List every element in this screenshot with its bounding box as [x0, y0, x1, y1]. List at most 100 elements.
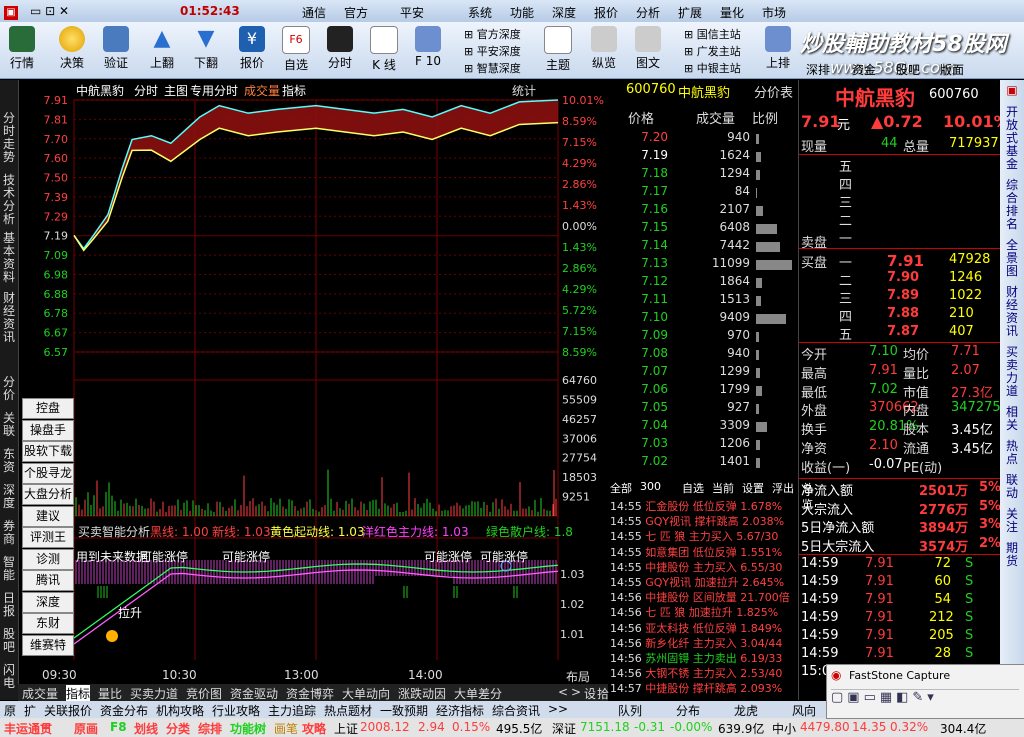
- bottom-tab-13[interactable]: 分布: [676, 702, 700, 719]
- sidebar-quanshang[interactable]: 券商: [2, 520, 16, 546]
- feed-row[interactable]: 14:56 苏州固锝 主力卖出 6.19/33: [610, 650, 796, 665]
- chart-subtab-4[interactable]: 竞价图: [186, 685, 222, 702]
- feed-row[interactable]: 14:56 新乡化纤 主力买入 3.04/44: [610, 635, 796, 650]
- chart-subtab-8[interactable]: 涨跌动因: [398, 685, 446, 702]
- bottom-tab-5[interactable]: 行业攻略: [212, 702, 260, 719]
- bottom-tab-10[interactable]: 综合资讯: [492, 702, 540, 719]
- right-tool-6[interactable]: 相关: [1005, 406, 1019, 432]
- feed-row[interactable]: 14:55 七 匹 狼 主力买入 5.67/30: [610, 528, 796, 543]
- chart-mode-volume[interactable]: 成交量: [244, 82, 280, 99]
- menu-item-quant[interactable]: 量化: [720, 4, 744, 21]
- link-gf-server[interactable]: ⊞ 广发主站: [684, 43, 741, 59]
- toolbar-banmian[interactable]: 版面: [940, 61, 964, 78]
- status-item-3[interactable]: 划线: [134, 720, 158, 737]
- sidebar-guanlian[interactable]: 关联: [2, 412, 16, 438]
- feed-row[interactable]: 14:56 大钢不锈 主力买入 2.53/40: [610, 665, 796, 680]
- status-item-5[interactable]: 综排: [198, 720, 222, 737]
- chart-mode-fenshi[interactable]: 分时: [134, 82, 158, 99]
- link-smart-depth[interactable]: ⊞ 智慧深度: [464, 60, 521, 76]
- toolbar-f10-button[interactable]: F 10: [408, 24, 448, 76]
- status-item-8[interactable]: 攻略: [302, 720, 326, 737]
- chart-subtab-0[interactable]: 成交量: [22, 685, 58, 702]
- chart-subtab-1[interactable]: 指标: [66, 685, 91, 702]
- side-button-5[interactable]: 建议: [22, 505, 74, 527]
- sidebar-dongzi[interactable]: 东资: [2, 448, 16, 474]
- toolbar-zonglan-button[interactable]: 纵览: [584, 24, 624, 76]
- menu-item-pingan[interactable]: 平安: [400, 4, 424, 21]
- sidebar-caijing[interactable]: 财经资讯: [2, 292, 16, 344]
- toolbar-baojia-button[interactable]: ¥ 报价: [232, 24, 272, 76]
- menu-item-extend[interactable]: 扩展: [678, 4, 702, 21]
- feed-row[interactable]: 14:55 汇金股份 低位反弹 1.678%: [610, 498, 796, 513]
- status-item-6[interactable]: 功能树: [230, 720, 266, 737]
- right-tool-8[interactable]: 联动: [1005, 474, 1019, 500]
- sidebar-jishu[interactable]: 技术分析: [2, 174, 16, 226]
- toolbar-zhuti-button[interactable]: 主题: [538, 24, 578, 76]
- status-item-2[interactable]: F8: [110, 720, 127, 734]
- bottom-tab-15[interactable]: 风向: [792, 702, 816, 719]
- side-button-9[interactable]: 深度: [22, 591, 74, 613]
- chart-stat-button[interactable]: 统计: [512, 82, 536, 99]
- menu-item-analysis[interactable]: 分析: [636, 4, 660, 21]
- chart-subtab-ctrl-3[interactable]: 拾: [597, 685, 609, 702]
- toolbar-zijin[interactable]: 资金: [852, 61, 876, 78]
- right-tool-3[interactable]: 全景图: [1005, 239, 1019, 278]
- status-item-4[interactable]: 分类: [166, 720, 190, 737]
- link-official-depth[interactable]: ⊞ 官方深度: [464, 26, 521, 42]
- right-tool-4[interactable]: 财经资讯: [1005, 286, 1019, 338]
- chart-subtab-2[interactable]: 量比: [98, 685, 122, 702]
- intraday-chart-svg[interactable]: 7.91 7.81 7.70 7.60 7.50 7.39 7.29 7.19 7.09 6.98…: [18, 80, 606, 685]
- ladder-tab[interactable]: 分价表: [754, 82, 793, 101]
- sidebar-zhineng[interactable]: 智能: [2, 556, 16, 582]
- feed-row[interactable]: 14:55 如意集团 低位反弹 1.551%: [610, 544, 796, 559]
- bottom-tab-8[interactable]: 一致预期: [380, 702, 428, 719]
- chart-subtab-7[interactable]: 大单动向: [342, 685, 390, 702]
- chart-subtab-ctrl-0[interactable]: <: [558, 685, 568, 699]
- bottom-tab-6[interactable]: 主力追踪: [268, 702, 316, 719]
- link-boc-server[interactable]: ⊞ 中银主站: [684, 60, 741, 76]
- menu-item-guanfang[interactable]: 官方: [344, 4, 368, 21]
- bottom-tab-3[interactable]: 资金分布: [100, 702, 148, 719]
- toolbar-zixuan-button[interactable]: F6 自选: [276, 24, 316, 76]
- link-guosen-server[interactable]: ⊞ 国信主站: [684, 26, 741, 42]
- chart-subtab-ctrl-2[interactable]: 设: [584, 685, 596, 702]
- feed-row[interactable]: 14:55 中捷股份 主力买入 6.55/30: [610, 559, 796, 574]
- intraday-chart-panel[interactable]: 7.91 7.81 7.70 7.60 7.50 7.39 7.29 7.19 7.09 6.98…: [18, 80, 606, 685]
- side-button-3[interactable]: 个股寻龙: [22, 462, 74, 484]
- toolbar-tuwen-button[interactable]: 图文: [628, 24, 668, 76]
- feed-tab-3[interactable]: 当前: [712, 480, 734, 496]
- right-tool-7[interactable]: 热点: [1005, 440, 1019, 466]
- side-button-8[interactable]: 腾讯: [22, 570, 74, 591]
- feed-tab-2[interactable]: 自选: [682, 480, 704, 496]
- feed-row[interactable]: 14:57 中捷股份 撑杆跳高 2.093%: [610, 680, 796, 695]
- feed-row[interactable]: 14:55 GQY视讯 撑杆跳高 2.038%: [610, 513, 796, 528]
- bottom-tab-1[interactable]: 扩: [24, 702, 36, 719]
- feed-tab-0[interactable]: 全部: [610, 480, 632, 496]
- bottom-tab-11[interactable]: >>: [548, 702, 568, 716]
- faststone-capture-window[interactable]: ◉ FastStone Capture ▢▣▭▦◧✎▾: [826, 664, 1024, 719]
- side-button-4[interactable]: 大盘分析: [22, 484, 74, 505]
- sidebar-fenjia[interactable]: 分价: [2, 376, 16, 402]
- side-button-1[interactable]: 操盘手: [22, 419, 74, 441]
- toolbar-juece-button[interactable]: 决策: [52, 24, 92, 76]
- chart-subtab-ctrl-1[interactable]: >: [571, 685, 581, 699]
- side-button-11[interactable]: 维赛特: [22, 634, 74, 656]
- window-controls[interactable]: ▭ ⊡ ✕: [30, 4, 69, 18]
- chart-mode-main[interactable]: 主图: [164, 82, 188, 99]
- feed-row[interactable]: 14:56 七 匹 狼 加速拉升 1.825%: [610, 604, 796, 619]
- menu-item-function[interactable]: 功能: [510, 4, 534, 21]
- chart-subtab-6[interactable]: 资金博弈: [286, 685, 334, 702]
- right-tool-1[interactable]: 开放式基金: [1005, 106, 1019, 171]
- bottom-tab-0[interactable]: 原: [4, 702, 16, 719]
- toolbar-shenpai[interactable]: 深排: [806, 61, 830, 78]
- bottom-tab-12[interactable]: 队列: [618, 702, 642, 719]
- toolbar-guba[interactable]: 股吧: [896, 61, 920, 78]
- bottom-tab-7[interactable]: 热点题材: [324, 702, 372, 719]
- menu-item-quote[interactable]: 报价: [594, 4, 618, 21]
- feed-tab-1[interactable]: 300: [640, 480, 661, 493]
- side-button-0[interactable]: 控盘: [22, 398, 74, 419]
- bottom-tab-2[interactable]: 关联报价: [44, 702, 92, 719]
- right-tool-10[interactable]: 期货: [1005, 542, 1019, 568]
- chart-mode-special[interactable]: 专用分时: [190, 82, 238, 99]
- status-item-1[interactable]: 原画: [74, 720, 98, 737]
